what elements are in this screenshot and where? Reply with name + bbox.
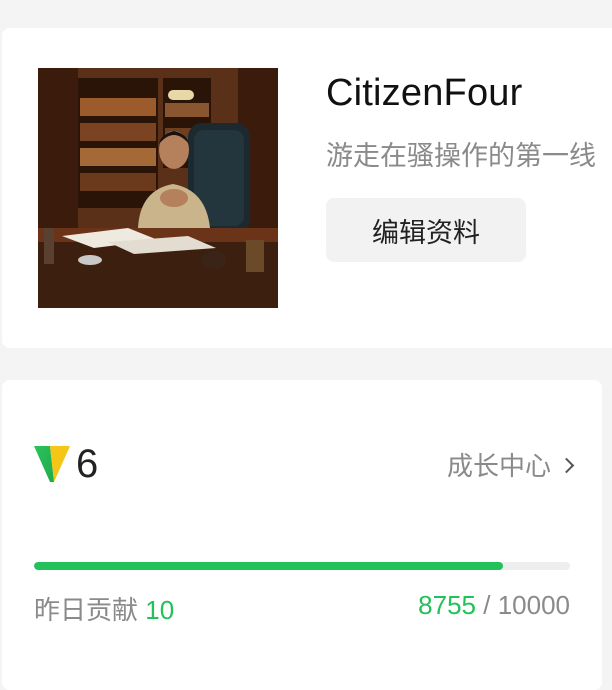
avatar-image bbox=[38, 68, 278, 308]
yesterday-value: 10 bbox=[145, 595, 175, 625]
progress-bar-fill bbox=[34, 562, 504, 570]
score-separator: / bbox=[476, 590, 498, 620]
growth-center-label: 成长中心 bbox=[446, 451, 551, 481]
progress-bar bbox=[34, 562, 570, 570]
v-level-icon bbox=[34, 446, 70, 482]
yesterday-label: 昨日贡献 bbox=[34, 595, 139, 625]
current-score: 8755 bbox=[418, 590, 477, 620]
chevron-right-icon bbox=[558, 457, 575, 474]
bio-text: 游走在骚操作的第一线 bbox=[326, 141, 596, 171]
score-progress: 8755 / 10000 bbox=[418, 590, 570, 621]
level-badge: 6 bbox=[32, 442, 98, 486]
username: CitizenFour bbox=[326, 72, 523, 114]
profile-card: CitizenFour 游走在骚操作的第一线 编辑资料 bbox=[2, 28, 612, 348]
level-card: 6 成长中心 昨日贡献 10 8755 / 10000 bbox=[2, 380, 602, 690]
level-number: 6 bbox=[76, 442, 99, 486]
yesterday-contribution: 昨日贡献 10 bbox=[34, 590, 174, 627]
edit-profile-button[interactable]: 编辑资料 bbox=[326, 198, 526, 262]
avatar[interactable] bbox=[38, 68, 278, 308]
growth-center-link[interactable]: 成长中心 bbox=[446, 446, 575, 483]
target-score: 10000 bbox=[497, 590, 570, 620]
